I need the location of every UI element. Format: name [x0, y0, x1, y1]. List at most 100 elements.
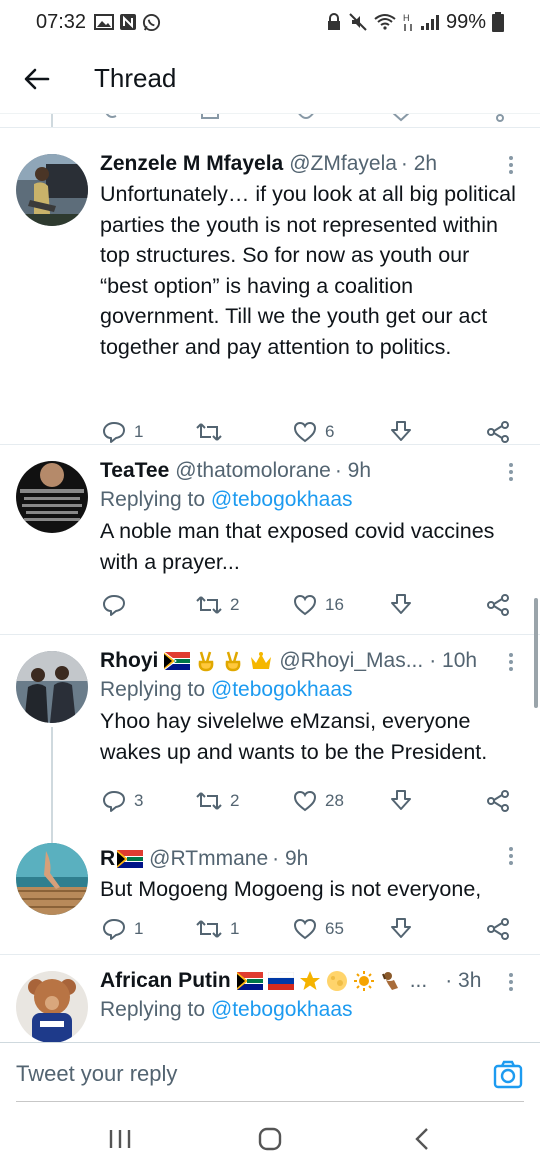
more-options-icon[interactable] — [508, 463, 514, 481]
avatar[interactable] — [16, 651, 88, 723]
previous-tweet-actions — [0, 114, 540, 128]
reply-input[interactable]: Tweet your reply — [16, 1061, 177, 1087]
back-nav-button[interactable] — [392, 1122, 452, 1156]
thread-feed[interactable]: Zenzele M Mfayela @ZMfayela · 2h Unfortu… — [0, 114, 540, 1042]
russia-flag-icon — [267, 972, 294, 990]
reply-mention-link[interactable]: @tebogokhaas — [211, 488, 353, 511]
tweet-actions: 1 6 — [0, 417, 540, 447]
south-africa-flag-icon — [117, 850, 144, 868]
dog-icon — [381, 972, 398, 990]
tweet[interactable]: Zenzele M Mfayela @ZMfayela · 2h Unfortu… — [0, 128, 540, 445]
author-name[interactable]: Zenzele M Mfayela — [100, 150, 283, 178]
share-button[interactable] — [486, 914, 510, 944]
reply-button[interactable]: 1 — [102, 914, 143, 944]
download-arrow-icon — [391, 421, 411, 441]
retweet-icon — [196, 596, 222, 614]
download-arrow-icon — [391, 918, 411, 938]
save-button[interactable] — [390, 417, 412, 447]
crown-icon — [251, 652, 272, 669]
tweet[interactable]: R @RTmmane · 9h But Mogoeng Mogoeng is n… — [0, 829, 540, 955]
save-button[interactable] — [390, 786, 412, 816]
svg-text:H: H — [403, 13, 410, 23]
author-handle[interactable]: @ZMfayela — [289, 150, 397, 178]
avatar[interactable] — [16, 843, 88, 915]
battery-icon — [492, 12, 504, 32]
tweet[interactable]: African Putin ... · 3h Replying to @tebo… — [0, 955, 540, 1042]
save-button[interactable] — [390, 914, 412, 944]
more-options-icon[interactable] — [508, 973, 514, 991]
more-options-icon[interactable] — [508, 847, 514, 865]
save-button[interactable] — [390, 590, 412, 620]
retweet-count: 1 — [230, 919, 240, 938]
reply-icon — [103, 919, 125, 940]
like-button[interactable]: 65 — [293, 914, 344, 944]
reply-mention-link[interactable]: @tebogokhaas — [211, 678, 353, 701]
retweet-button[interactable] — [196, 417, 230, 447]
south-africa-flag-icon — [236, 972, 263, 990]
reply-icon — [103, 595, 125, 616]
retweet-button[interactable]: 2 — [196, 786, 239, 816]
reply-button[interactable]: 1 — [102, 417, 143, 447]
victory-hand-icon — [225, 651, 241, 672]
author-name[interactable]: TeaTee — [100, 457, 169, 485]
share-button[interactable] — [486, 590, 510, 620]
author-handle[interactable]: @thatomolorane — [175, 457, 331, 485]
recent-apps-button[interactable] — [90, 1122, 150, 1156]
download-arrow-icon — [391, 790, 411, 810]
retweet-icon — [196, 920, 222, 938]
reply-button[interactable] — [102, 590, 134, 620]
tweet[interactable]: Rhoyi @Rhoyi_Mas... · 10h Replying to @t… — [0, 635, 540, 829]
reply-button[interactable]: 3 — [102, 786, 143, 816]
camera-icon[interactable] — [492, 1059, 524, 1091]
tweet-actions: 2 16 — [0, 590, 540, 620]
mute-icon — [349, 13, 367, 31]
tweet-time: · 3h — [445, 969, 482, 992]
reply-mention-link[interactable]: @tebogokhaas — [211, 998, 353, 1021]
retweet-icon — [196, 423, 222, 441]
retweet-button[interactable]: 2 — [196, 590, 239, 620]
author-handle[interactable]: @Rhoyi_Mas... — [279, 647, 423, 675]
back-button[interactable] — [0, 44, 74, 114]
tweet[interactable]: TeaTee @thatomolorane · 9h Replying to @… — [0, 445, 540, 635]
author-handle[interactable]: ... — [410, 967, 428, 995]
reply-count: 1 — [134, 919, 144, 938]
author-name[interactable]: R — [100, 845, 115, 873]
heart-icon — [293, 594, 317, 616]
page-title: Thread — [94, 63, 177, 93]
avatar[interactable] — [16, 154, 88, 226]
retweet-count: 2 — [230, 791, 240, 810]
heart-icon — [293, 918, 317, 940]
author-name[interactable]: Rhoyi — [100, 647, 158, 675]
like-count: 6 — [325, 422, 335, 441]
back-arrow-icon — [24, 68, 50, 89]
heart-icon — [293, 421, 317, 443]
reply-icon — [103, 791, 125, 812]
like-count: 28 — [325, 791, 344, 810]
share-icon — [487, 594, 509, 616]
more-options-icon[interactable] — [508, 156, 514, 174]
tweet-text: A noble man that exposed covid vaccines … — [100, 519, 495, 574]
like-button[interactable]: 6 — [293, 417, 334, 447]
author-handle[interactable]: @RTmmane — [149, 845, 268, 873]
reply-composer[interactable]: Tweet your reply — [0, 1042, 540, 1108]
replying-to: Replying to @tebogokhaas — [100, 998, 353, 1021]
like-button[interactable]: 16 — [293, 590, 344, 620]
more-options-icon[interactable] — [508, 653, 514, 671]
like-button[interactable]: 28 — [293, 786, 344, 816]
share-icon — [487, 918, 509, 940]
n-app-icon — [120, 14, 137, 30]
south-africa-flag-icon — [164, 652, 191, 670]
scrollbar-thumb[interactable] — [534, 598, 538, 708]
home-button[interactable] — [240, 1122, 300, 1156]
reply-count: 3 — [134, 791, 144, 810]
status-bar: 07:32 H 99% — [0, 0, 540, 44]
retweet-button[interactable]: 1 — [196, 914, 239, 944]
share-button[interactable] — [486, 417, 510, 447]
retweet-count: 2 — [230, 595, 240, 614]
avatar[interactable] — [16, 461, 88, 533]
avatar[interactable] — [16, 971, 88, 1042]
author-name[interactable]: African Putin — [100, 967, 231, 995]
app-bar: Thread — [0, 44, 540, 114]
replying-to: Replying to @tebogokhaas — [100, 488, 353, 511]
share-button[interactable] — [486, 786, 510, 816]
